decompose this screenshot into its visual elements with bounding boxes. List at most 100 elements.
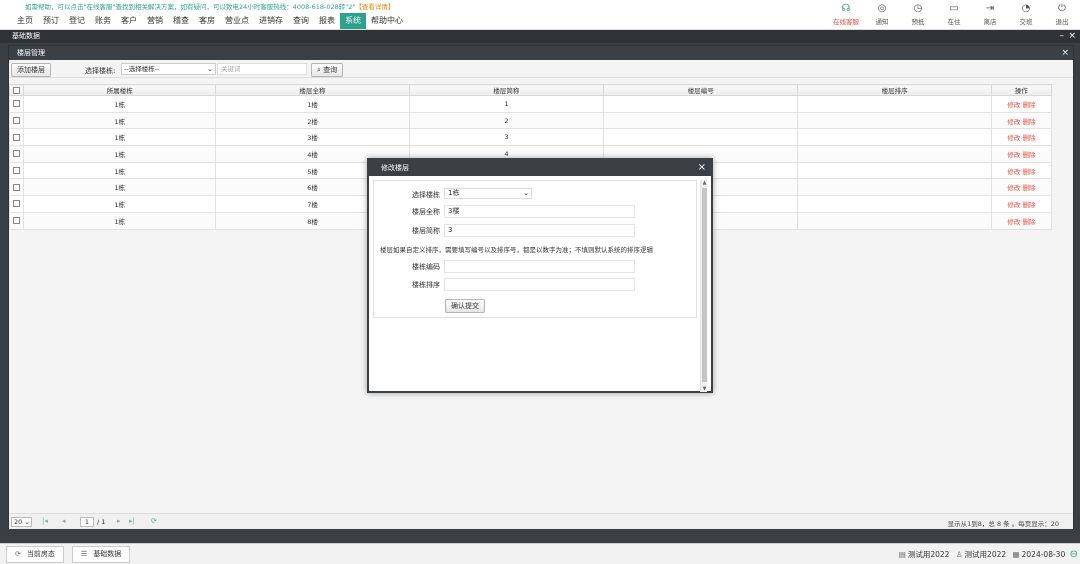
next-page-icon[interactable]: ▸	[117, 517, 121, 525]
edit-link[interactable]: 修改	[1007, 184, 1020, 192]
table-cell	[797, 195, 992, 213]
row-checkbox[interactable]	[13, 217, 20, 225]
edit-link[interactable]: 修改	[1007, 168, 1020, 176]
basic-data-button[interactable]: ☰ 基础数据	[72, 546, 131, 563]
building-select-value: 1栋	[448, 189, 460, 197]
nav-item[interactable]: 预订	[38, 13, 64, 29]
scroll-down-icon[interactable]: ▼	[701, 386, 708, 392]
row-checkbox[interactable]	[13, 117, 20, 125]
delete-link[interactable]: 删除	[1022, 218, 1035, 226]
dialog-scrollbar[interactable]: ▲ ▼	[700, 180, 707, 392]
edit-link[interactable]: 修改	[1007, 134, 1020, 142]
first-page-icon[interactable]: |◂	[42, 517, 48, 525]
scroll-thumb[interactable]	[702, 188, 707, 382]
nav-item[interactable]: 查询	[288, 13, 314, 29]
keyword-search-input[interactable]: 关键词	[217, 63, 307, 75]
tool-power[interactable]: ⏻ 退出	[1044, 3, 1080, 26]
outer-close-icon[interactable]: ×	[1068, 30, 1076, 43]
column-header[interactable]: 楼层简称	[408, 84, 605, 96]
sort-input[interactable]	[444, 278, 635, 291]
nav-item[interactable]: 客房	[194, 13, 220, 29]
nav-item[interactable]: 账务	[90, 13, 116, 29]
hotel-name: 测试用2022	[907, 550, 950, 559]
list-toolbar: 添加楼层 选择楼栋: --选择楼栋-- ⌄ 关键词 ⌕ 查询	[9, 60, 1073, 78]
delete-link[interactable]: 删除	[1022, 151, 1035, 159]
edit-link[interactable]: 修改	[1007, 151, 1020, 159]
nav-item[interactable]: 营销	[142, 13, 168, 29]
submit-button[interactable]: 确认提交	[445, 299, 485, 313]
tool-message[interactable]: ◎ 通知	[864, 3, 900, 26]
add-floor-button[interactable]: 添加楼层	[11, 63, 51, 77]
nav-item[interactable]: 系统	[340, 13, 366, 29]
column-header[interactable]: 所属楼栋	[23, 84, 217, 96]
current-status-button[interactable]: ⟳ 当前房态	[6, 546, 64, 563]
prev-page-icon[interactable]: ◂	[62, 517, 66, 525]
row-checkbox[interactable]	[13, 200, 20, 208]
delete-link[interactable]: 删除	[1022, 201, 1035, 209]
edit-link[interactable]: 修改	[1007, 201, 1020, 209]
page-size-select[interactable]: 20 ⌄	[11, 517, 32, 527]
tool-shift[interactable]: ◔ 交班	[1008, 3, 1044, 26]
row-checkbox[interactable]	[13, 183, 20, 191]
table-cell: 3	[408, 128, 605, 147]
table-cell: 1栋	[23, 211, 217, 230]
status-info: ▤ 测试用2022 ♙ 测试用2022 ▦ 2024-08-30 ⊖	[895, 549, 1078, 560]
row-select-cell	[8, 95, 25, 113]
nav-item[interactable]: 主页	[12, 13, 38, 29]
fullname-input[interactable]: 3楼	[444, 205, 635, 218]
nav-item[interactable]: 客户	[116, 13, 142, 29]
link-icon[interactable]: ⊖	[1070, 549, 1078, 560]
query-button[interactable]: ⌕ 查询	[311, 63, 344, 77]
delete-link[interactable]: 删除	[1022, 168, 1035, 176]
table-cell	[797, 111, 992, 130]
edit-link[interactable]: 修改	[1007, 118, 1020, 126]
delete-link[interactable]: 删除	[1022, 118, 1035, 126]
page-number-input[interactable]: 1	[80, 517, 94, 527]
nav-item[interactable]: 进销存	[254, 13, 288, 29]
shortname-input[interactable]: 3	[444, 224, 635, 237]
last-page-icon[interactable]: ▸|	[129, 517, 135, 525]
table-row[interactable]: 1栋 2楼 2 修改 删除	[8, 111, 1053, 130]
row-checkbox[interactable]	[13, 150, 20, 158]
column-header[interactable]: 楼层编号	[603, 84, 799, 96]
nav-item[interactable]: 帮助中心	[366, 13, 408, 29]
row-checkbox[interactable]	[13, 167, 20, 175]
table-row[interactable]: 1栋 3楼 3 修改 删除	[8, 128, 1053, 147]
select-all-checkbox[interactable]	[13, 86, 20, 94]
row-checkbox[interactable]	[13, 133, 20, 141]
delete-link[interactable]: 删除	[1022, 101, 1035, 109]
building-filter-select[interactable]: --选择楼栋-- ⌄	[121, 63, 216, 75]
code-input[interactable]	[444, 260, 635, 273]
nav-item[interactable]: 营业点	[220, 13, 254, 29]
column-header[interactable]: 楼层全称	[215, 84, 410, 96]
row-select-cell	[8, 145, 25, 163]
nav-item[interactable]: 稽查	[168, 13, 194, 29]
minimize-icon[interactable]: –	[1060, 30, 1065, 43]
column-header[interactable]: 操作	[990, 84, 1053, 96]
table-cell	[797, 211, 992, 230]
dialog-close-icon[interactable]: ×	[698, 160, 706, 176]
table-row[interactable]: 1栋 1楼 1 修改 删除	[8, 95, 1053, 113]
delete-link[interactable]: 删除	[1022, 134, 1035, 142]
refresh-icon[interactable]: ⟳	[151, 517, 157, 525]
edit-link[interactable]: 修改	[1007, 218, 1020, 226]
table-cell: 1栋	[23, 111, 217, 130]
refresh-status-icon: ⟳	[15, 550, 21, 558]
column-header[interactable]: 楼层排序	[797, 84, 992, 96]
tool-bed[interactable]: ▭ 在住	[936, 3, 972, 26]
delete-link[interactable]: 删除	[1022, 184, 1035, 192]
inner-close-icon[interactable]: ×	[1061, 46, 1069, 60]
building-select[interactable]: 1栋 ⌄	[444, 188, 532, 199]
tool-headset[interactable]: ☊ 在线客服	[828, 3, 864, 26]
nav-item[interactable]: 报表	[314, 13, 340, 29]
row-checkbox[interactable]	[13, 100, 20, 108]
tool-clock[interactable]: ◷ 预抵	[900, 3, 936, 26]
edit-link[interactable]: 修改	[1007, 101, 1020, 109]
help-notice-link[interactable]: 【查看详情】	[355, 3, 394, 11]
message-icon: ◎	[877, 3, 887, 14]
calendar-icon: ▦	[1012, 550, 1020, 559]
tool-logout[interactable]: ⇥ 离店	[972, 3, 1008, 26]
nav-item[interactable]: 登记	[64, 13, 90, 29]
current-status-label: 当前房态	[26, 550, 55, 558]
scroll-up-icon[interactable]: ▲	[701, 180, 708, 186]
